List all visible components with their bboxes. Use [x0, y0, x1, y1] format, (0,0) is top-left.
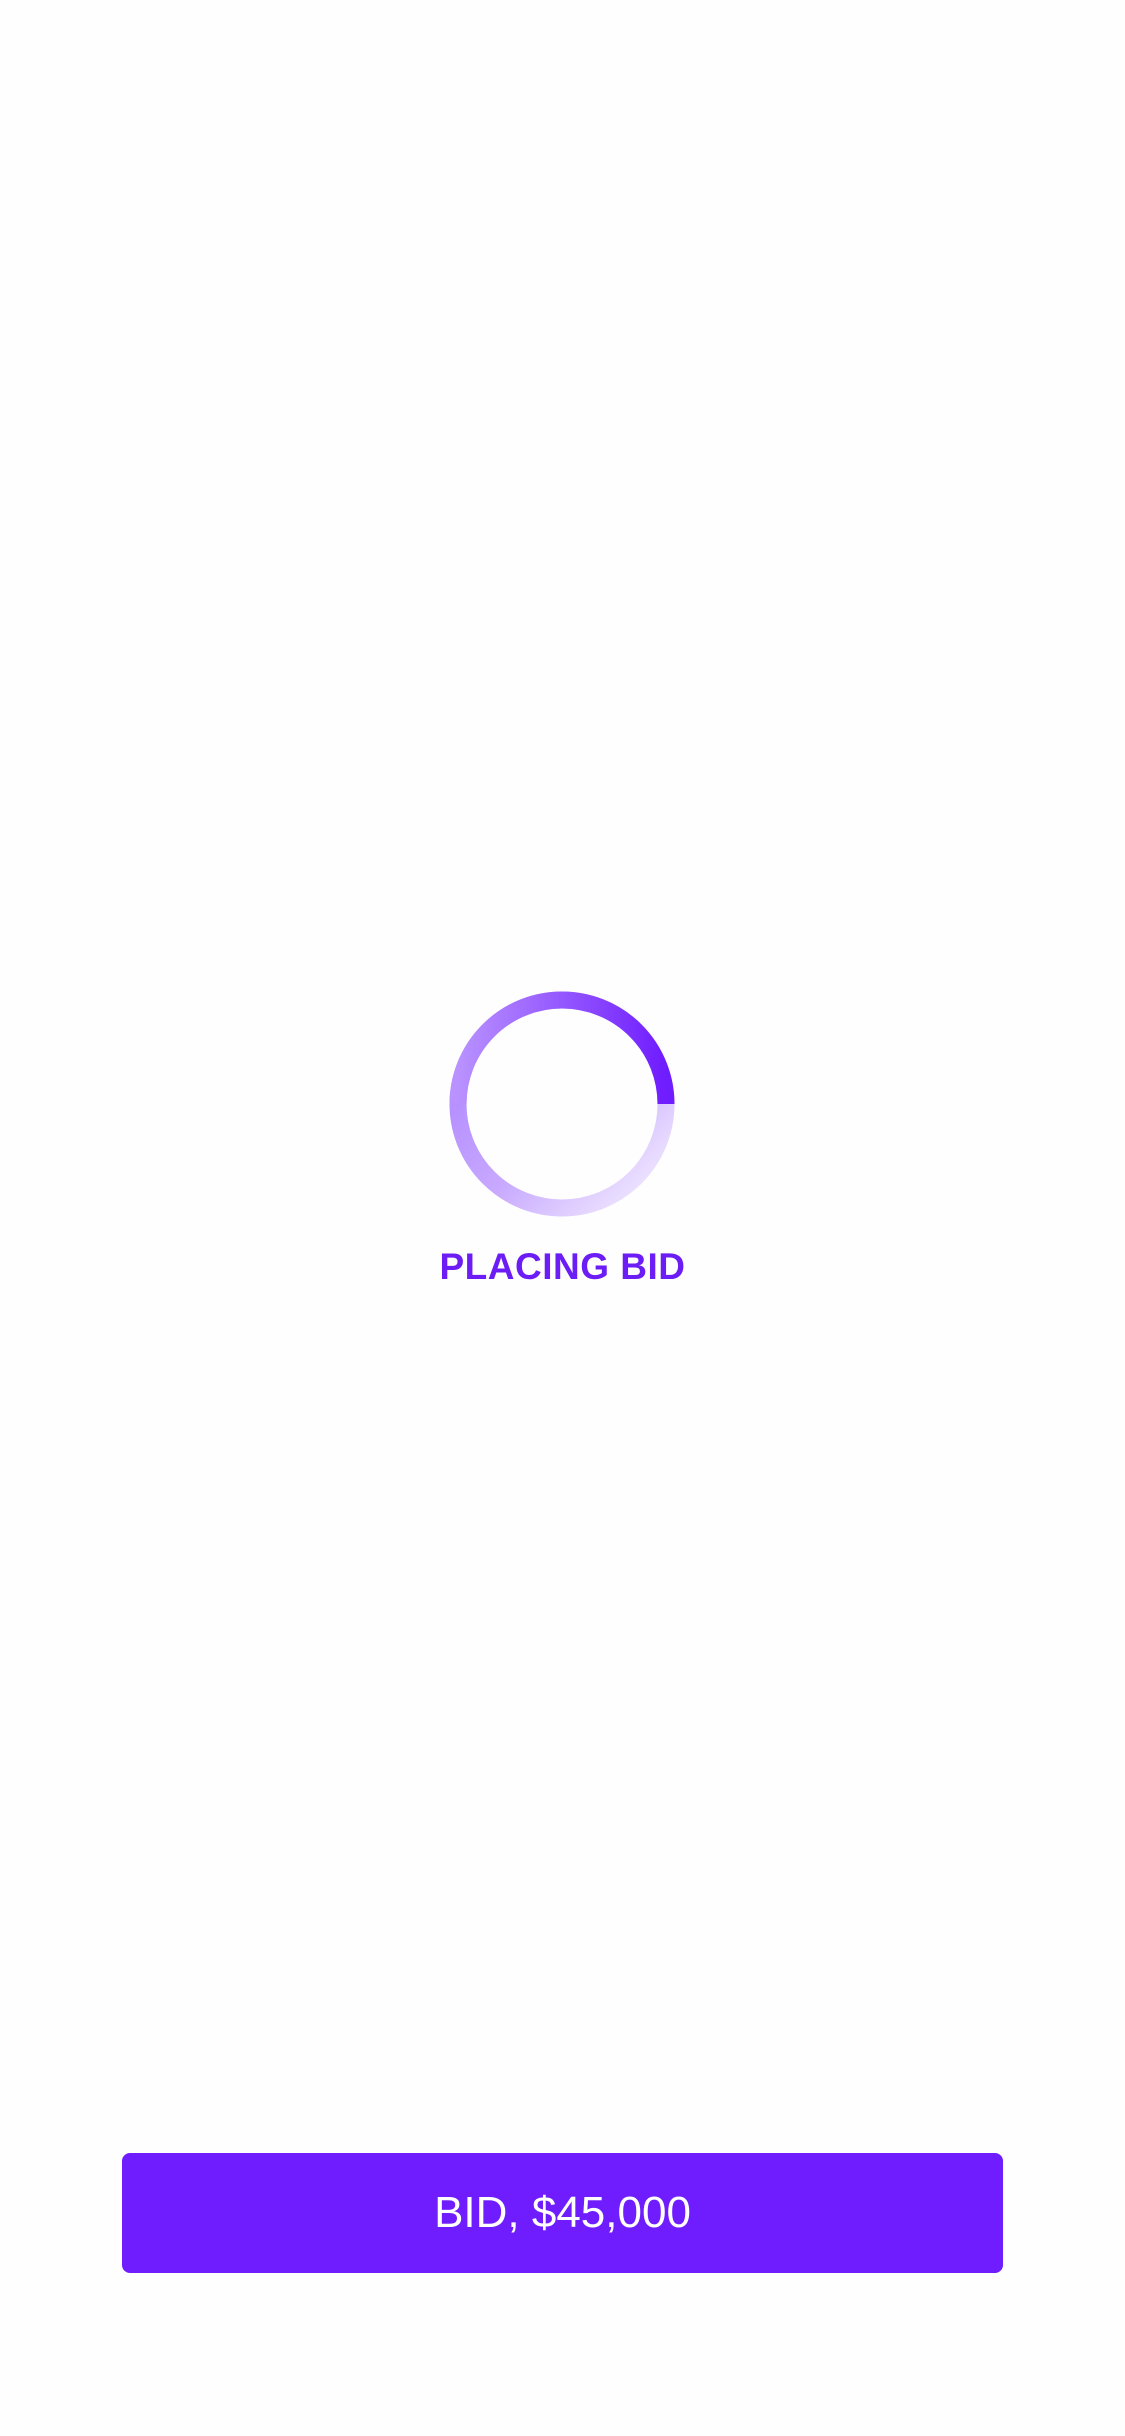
- placing-bid-screen: PLACING BID BID, $45,000: [0, 0, 1125, 2436]
- placing-bid-label: PLACING BID: [439, 1246, 686, 1287]
- bid-button[interactable]: BID, $45,000: [122, 2153, 1003, 2273]
- bid-loading-indicator: PLACING BID: [0, 990, 1125, 1290]
- spinner-icon: [448, 990, 676, 1218]
